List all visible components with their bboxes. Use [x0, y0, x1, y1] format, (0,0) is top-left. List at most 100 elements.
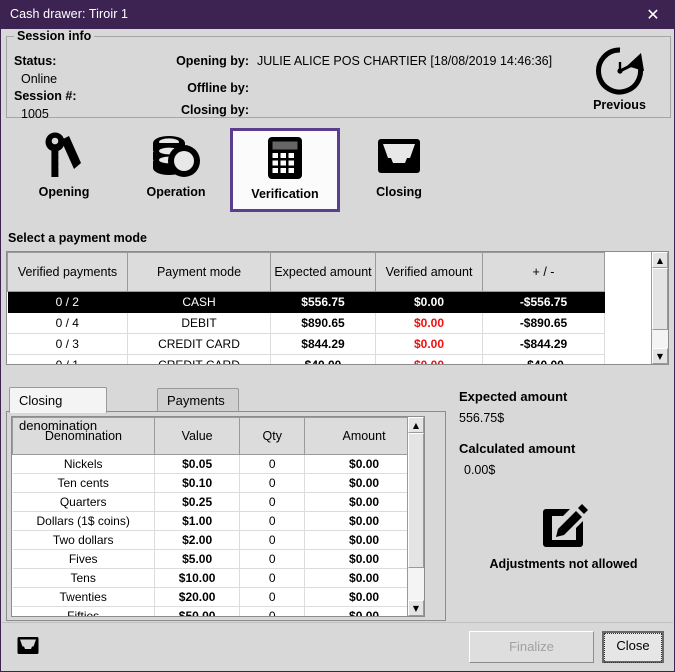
mode-button-verification[interactable]: Verification [230, 128, 340, 212]
cell-verified-amount: $0.00 [375, 291, 483, 313]
cell-value: $2.00 [154, 530, 241, 550]
cell-amount: $0.00 [304, 511, 424, 531]
tab-closing-denomination[interactable]: Closing denomination [9, 387, 108, 433]
finalize-button-label: Finalize [509, 639, 554, 654]
cell-expected-amount: $890.65 [270, 312, 376, 334]
mode-button-opening[interactable]: Opening [11, 128, 117, 208]
cell-amount: $0.00 [304, 549, 424, 569]
window-titlebar: Cash drawer: Tiroir 1 ✕ [1, 1, 674, 29]
cell-qty[interactable]: 0 [239, 606, 306, 616]
cell-verified-amount: $0.00 [375, 354, 483, 364]
close-icon[interactable]: ✕ [632, 1, 674, 29]
cell-qty[interactable]: 0 [239, 587, 306, 607]
close-button[interactable]: Close [602, 631, 664, 663]
key-icon [12, 129, 116, 185]
cell-difference: -$556.75 [482, 291, 605, 313]
cell-qty[interactable]: 0 [239, 473, 306, 493]
cell-qty[interactable]: 0 [239, 549, 306, 569]
cell-value: $0.25 [154, 492, 241, 512]
scroll-up-icon[interactable]: ▲ [408, 417, 424, 433]
scroll-up-icon[interactable]: ▲ [652, 252, 668, 268]
calculated-amount-label: Calculated amount [459, 441, 576, 456]
closing-denomination-panel: Denomination Value Qty Amount Nickels $0… [6, 411, 446, 621]
payment-col-verified-payments: Verified payments [7, 252, 128, 292]
table-row[interactable]: Nickels $0.05 0 $0.00 [12, 454, 424, 474]
cell-payment-mode: DEBIT [127, 312, 271, 334]
cell-qty[interactable]: 0 [239, 511, 306, 531]
cell-verified-amount: $0.00 [375, 333, 483, 355]
cell-verified-payments: 0 / 4 [7, 312, 128, 334]
cell-expected-amount: $844.29 [270, 333, 376, 355]
history-clock-icon [582, 45, 657, 97]
cell-verified-payments: 0 / 2 [7, 291, 128, 313]
table-row[interactable]: Ten cents $0.10 0 $0.00 [12, 473, 424, 493]
cell-amount: $0.00 [304, 454, 424, 474]
scrollbar-track[interactable] [652, 268, 668, 348]
table-row[interactable]: 0 / 4 DEBIT $890.65 $0.00 -$890.65 [7, 312, 605, 334]
previous-button[interactable]: Previous [582, 45, 657, 112]
table-row[interactable]: 0 / 2 CASH $556.75 $0.00 -$556.75 [7, 291, 605, 313]
cell-denomination: Quarters [12, 492, 155, 512]
denom-col-amount: Amount [304, 417, 424, 455]
table-row[interactable]: Quarters $0.25 0 $0.00 [12, 492, 424, 512]
table-row[interactable]: Dollars (1$ coins) $1.00 0 $0.00 [12, 511, 424, 531]
cell-value: $5.00 [154, 549, 241, 569]
cell-qty[interactable]: 0 [239, 454, 306, 474]
cell-qty[interactable]: 0 [239, 492, 306, 512]
edit-pencil-icon [456, 501, 671, 551]
adjustments-label: Adjustments not allowed [489, 557, 638, 571]
session-number-label: Session #: [14, 89, 77, 103]
table-row[interactable]: 0 / 3 CREDIT CARD $844.29 $0.00 -$844.29 [7, 333, 605, 355]
cell-denomination: Dollars (1$ coins) [12, 511, 155, 531]
scrollbar-thumb[interactable] [652, 268, 668, 330]
expected-amount-label: Expected amount [459, 389, 568, 404]
table-row[interactable]: 0 / 1 CREDIT CARD $40.00 $0.00 -$40.00 [7, 354, 605, 364]
tray-icon[interactable] [14, 633, 42, 659]
cell-payment-mode: CREDIT CARD [127, 333, 271, 355]
denomination-table-scrollbar[interactable]: ▲ ▼ [407, 417, 424, 616]
scrollbar-thumb[interactable] [408, 433, 424, 568]
closing-by-label: Closing by: [180, 103, 249, 117]
scroll-down-icon[interactable]: ▼ [408, 600, 424, 616]
payment-table-header-row: Verified payments Payment mode Expected … [7, 252, 605, 292]
table-row[interactable]: Fives $5.00 0 $0.00 [12, 549, 424, 569]
denomination-table: Denomination Value Qty Amount Nickels $0… [12, 417, 424, 616]
table-row[interactable]: Two dollars $2.00 0 $0.00 [12, 530, 424, 550]
cell-difference: -$890.65 [482, 312, 605, 334]
cell-value: $0.05 [154, 454, 241, 474]
cell-verified-payments: 0 / 1 [7, 354, 128, 364]
offline-by-label: Offline by: [187, 81, 249, 95]
scroll-down-icon[interactable]: ▼ [652, 348, 668, 364]
cell-verified-payments: 0 / 3 [7, 333, 128, 355]
cell-denomination: Fifties [12, 606, 155, 616]
cell-amount: $0.00 [304, 492, 424, 512]
cell-qty[interactable]: 0 [239, 568, 306, 588]
scrollbar-track[interactable] [408, 433, 424, 600]
payment-mode-table: Verified payments Payment mode Expected … [7, 252, 605, 364]
payment-table-scrollbar[interactable]: ▲ ▼ [651, 252, 668, 364]
payment-col-difference: + / - [482, 252, 605, 292]
cell-denomination: Twenties [12, 587, 155, 607]
opening-by-value: JULIE ALICE POS CHARTIER [18/08/2019 14:… [257, 54, 553, 68]
finalize-button[interactable]: Finalize [469, 631, 594, 663]
session-info-legend: Session info [14, 29, 95, 43]
mode-button-operation[interactable]: Operation [123, 128, 229, 208]
table-row[interactable]: Tens $10.00 0 $0.00 [12, 568, 424, 588]
cell-denomination: Two dollars [12, 530, 155, 550]
cell-amount: $0.00 [304, 473, 424, 493]
tab-payments-verification[interactable]: Payments verification [157, 388, 240, 431]
table-row[interactable]: Twenties $20.00 0 $0.00 [12, 587, 424, 607]
cell-payment-mode: CASH [127, 291, 271, 313]
mode-button-closing[interactable]: Closing [346, 128, 452, 208]
denomination-table-container: Denomination Value Qty Amount Nickels $0… [11, 416, 425, 617]
cell-amount: $0.00 [304, 530, 424, 550]
status-value: Online [21, 72, 58, 86]
mode-button-bar: Opening Operation Verification Closing [6, 123, 456, 215]
payment-col-verified-amount: Verified amount [375, 252, 483, 292]
session-number-value: 1005 [21, 107, 49, 121]
table-row[interactable]: Fifties $50.00 0 $0.00 [12, 606, 424, 616]
cell-amount: $0.00 [304, 587, 424, 607]
cell-qty[interactable]: 0 [239, 530, 306, 550]
cell-amount: $0.00 [304, 568, 424, 588]
cell-denomination: Fives [12, 549, 155, 569]
